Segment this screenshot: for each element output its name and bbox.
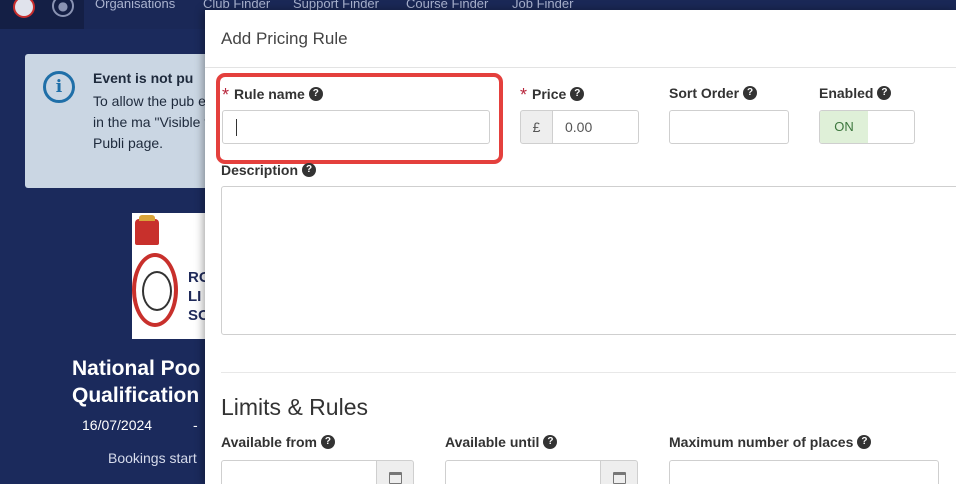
modal-title: Add Pricing Rule bbox=[221, 29, 348, 48]
help-icon[interactable]: ? bbox=[743, 86, 758, 100]
site-logo-icon[interactable] bbox=[13, 0, 35, 18]
calendar-icon bbox=[389, 472, 402, 484]
enabled-toggle[interactable]: ON bbox=[819, 110, 915, 144]
modal-header: Add Pricing Rule bbox=[205, 10, 956, 68]
help-icon[interactable]: ? bbox=[877, 86, 892, 100]
lifesaving-badge-icon bbox=[132, 253, 178, 327]
available-from-label: Available from ? bbox=[221, 434, 335, 450]
limits-rules-heading: Limits & Rules bbox=[221, 394, 368, 420]
sort-order-label: Sort Order ? bbox=[669, 85, 758, 101]
currency-addon: £ bbox=[520, 110, 553, 144]
available-until-calendar-button[interactable] bbox=[600, 460, 638, 484]
notice-title: Event is not pu bbox=[93, 70, 194, 86]
calendar-icon bbox=[613, 472, 626, 484]
toggle-on-state[interactable]: ON bbox=[820, 111, 868, 143]
section-divider bbox=[221, 372, 956, 373]
help-icon[interactable]: ? bbox=[543, 435, 558, 449]
help-icon[interactable]: ? bbox=[302, 163, 317, 177]
price-input[interactable]: 0.00 bbox=[552, 110, 639, 144]
help-icon[interactable]: ? bbox=[857, 435, 872, 449]
available-until-label: Available until ? bbox=[445, 434, 558, 450]
sort-order-input[interactable] bbox=[669, 110, 789, 144]
crown-icon bbox=[135, 215, 159, 245]
rule-name-highlight bbox=[216, 73, 503, 164]
required-marker: * bbox=[520, 85, 528, 105]
available-until-input[interactable] bbox=[445, 460, 602, 484]
event-date-separator: - bbox=[193, 417, 198, 433]
price-label: * Price ? bbox=[520, 83, 585, 105]
available-from-calendar-button[interactable] bbox=[376, 460, 414, 484]
description-textarea[interactable] bbox=[221, 186, 956, 335]
add-pricing-rule-modal: Add Pricing Rule * Rule name ? * Price ?… bbox=[205, 10, 956, 484]
info-icon: i bbox=[43, 71, 75, 103]
nav-link-organisations[interactable]: Organisations bbox=[95, 0, 175, 11]
max-places-input[interactable] bbox=[669, 460, 939, 484]
max-places-label: Maximum number of places ? bbox=[669, 434, 872, 450]
help-icon[interactable]: ? bbox=[570, 86, 585, 101]
description-label: Description ? bbox=[221, 162, 317, 178]
help-icon[interactable]: ? bbox=[320, 435, 335, 449]
event-date: 16/07/2024 bbox=[82, 417, 153, 433]
event-booking-info: Bookings start bbox=[108, 450, 197, 466]
user-icon[interactable]: ● bbox=[52, 0, 74, 17]
enabled-label: Enabled ? bbox=[819, 85, 892, 101]
available-from-input[interactable] bbox=[221, 460, 378, 484]
event-title: National Poo Qualification bbox=[72, 357, 201, 407]
nav-logo-area: ● bbox=[0, 0, 84, 29]
